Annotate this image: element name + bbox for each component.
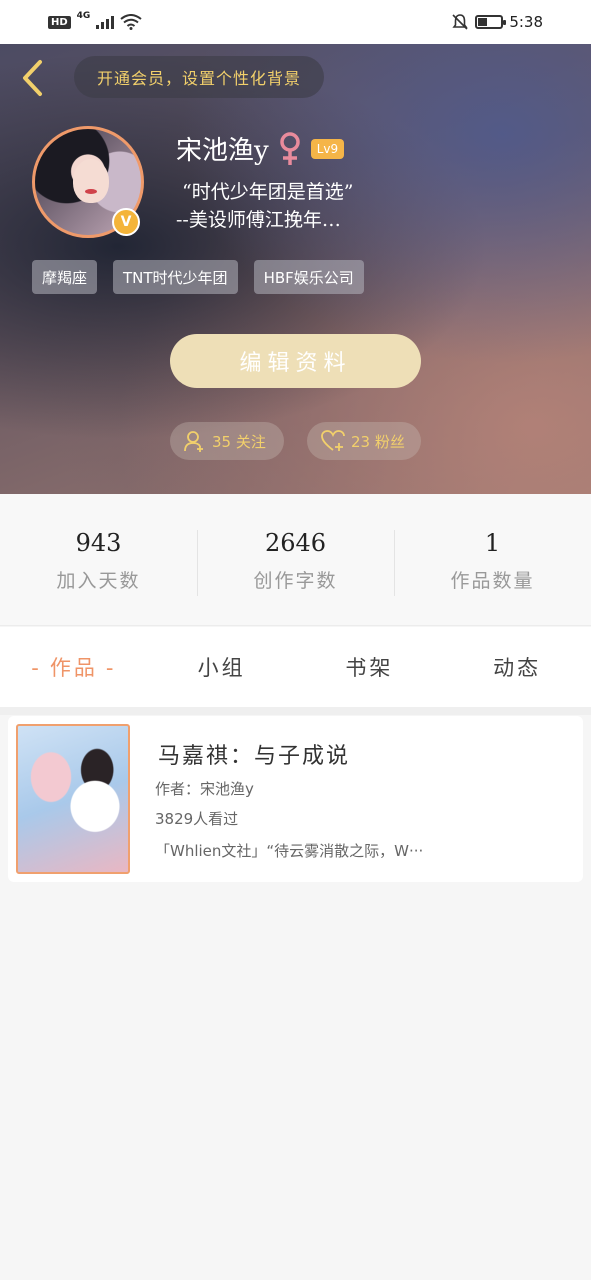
- tag-item[interactable]: 摩羯座: [32, 260, 98, 294]
- tag-item[interactable]: TNT时代少年团: [113, 260, 238, 294]
- tab-label: 作品: [49, 656, 98, 680]
- tab-label: 动态: [493, 656, 542, 680]
- status-bar: HD 4G 5:38: [0, 0, 591, 44]
- stat-join-days: 943 加入天数: [0, 526, 197, 593]
- following-button[interactable]: 35 关注: [170, 422, 284, 460]
- tab-bookshelf[interactable]: 书架: [296, 652, 444, 682]
- tag-item[interactable]: HBF娱乐公司: [253, 260, 364, 294]
- fans-count: 23 粉丝: [351, 432, 405, 451]
- chevron-left-icon: [23, 60, 42, 96]
- stat-label: 加入天数: [56, 570, 141, 592]
- back-button[interactable]: [14, 58, 50, 98]
- work-author: 作者：宋池渔y: [155, 780, 254, 798]
- stat-word-count: 2646 创作字数: [197, 526, 394, 596]
- work-excerpt: 「Whlien文社」“待云雾消散之际，W···: [155, 842, 424, 860]
- tab-label: 书架: [345, 656, 394, 680]
- stat-label: 作品数量: [450, 570, 535, 592]
- battery-icon: [475, 15, 507, 29]
- work-title: 马嘉祺：与子成说: [158, 744, 351, 769]
- user-add-icon: [184, 431, 203, 452]
- divider: [0, 707, 591, 715]
- tab-label: 小组: [197, 656, 246, 680]
- edit-profile-button[interactable]: 编辑资料: [170, 334, 421, 388]
- work-card[interactable]: 马嘉祺：与子成说 作者：宋池渔y 3829人看过 「Whlien文社」“待云雾消…: [8, 716, 583, 882]
- status-right: 5:38: [451, 13, 543, 31]
- hd-indicator: HD: [48, 15, 71, 29]
- mute-bell-icon: [452, 14, 468, 30]
- following-count: 35 关注: [212, 432, 266, 451]
- verified-badge: V: [112, 208, 140, 236]
- tab-active-dash-right: -: [105, 656, 117, 680]
- tab-bar: - 作品 - 小组 书架 动态: [0, 627, 591, 707]
- bio-line-1: “时代少年团是首选”: [182, 181, 354, 203]
- stats-bar: 943 加入天数 2646 创作字数 1 作品数量: [0, 494, 591, 626]
- avatar-lips: [85, 189, 97, 194]
- tag-list: 摩羯座 TNT时代少年团 HBF娱乐公司: [32, 260, 364, 294]
- username: 宋池渔y: [176, 136, 269, 166]
- tab-works[interactable]: - 作品 -: [0, 652, 148, 682]
- tab-activity[interactable]: 动态: [443, 652, 591, 682]
- status-time: 5:38: [509, 13, 543, 31]
- stat-value: 943: [75, 529, 122, 557]
- stat-label: 创作字数: [253, 570, 338, 592]
- work-cover-image: [16, 724, 130, 874]
- wifi-icon: [120, 14, 142, 30]
- female-icon: [279, 131, 300, 165]
- bio-line-2: --美设师傅江挽年…: [176, 209, 341, 231]
- tab-active-dash-left: -: [31, 656, 42, 680]
- fans-button[interactable]: 23 粉丝: [307, 422, 421, 460]
- stat-value: 1: [484, 529, 501, 557]
- tab-groups[interactable]: 小组: [148, 652, 296, 682]
- status-left: HD 4G: [48, 11, 142, 30]
- work-views: 3829人看过: [155, 810, 239, 828]
- vip-banner-button[interactable]: 开通会员，设置个性化背景: [74, 56, 324, 98]
- bio: “时代少年团是首选” --美设师傅江挽年…: [176, 178, 353, 234]
- network-type: 4G: [76, 11, 91, 21]
- avatar-face: [73, 159, 109, 203]
- level-badge: Lv9: [310, 138, 345, 159]
- stat-value: 2646: [264, 529, 327, 557]
- username-row: 宋池渔y Lv9: [176, 130, 345, 167]
- heart-add-icon: [321, 430, 345, 451]
- signal-icon: [96, 15, 115, 29]
- stat-works-count: 1 作品数量: [394, 526, 591, 596]
- profile-header: 开通会员，设置个性化背景 V 宋池渔y Lv9 “时代少年团是首选” --美设师…: [0, 44, 591, 494]
